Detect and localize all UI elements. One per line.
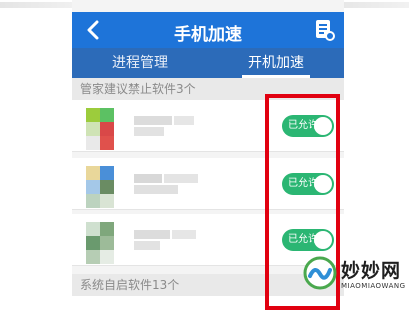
app-name-blurred <box>134 114 254 138</box>
app-name-blurred <box>134 172 254 196</box>
tab-process-management[interactable]: 进程管理 <box>72 48 208 78</box>
app-name-blurred <box>134 228 254 252</box>
watermark-sub: MIAOMIAOWANG <box>341 282 406 290</box>
app-icon <box>80 108 124 152</box>
menu-button[interactable] <box>314 18 336 42</box>
app-bar: 手机加速 <box>72 12 344 48</box>
app-icon <box>80 222 124 266</box>
watermark-logo-icon <box>303 256 337 290</box>
app-icon <box>80 166 124 210</box>
tab-boot-acceleration[interactable]: 开机加速 <box>208 48 344 78</box>
document-icon <box>316 20 335 41</box>
page-title: 手机加速 <box>174 25 242 45</box>
watermark-name: 妙妙网 <box>341 260 402 282</box>
tab-bar: 进程管理 开机加速 <box>72 48 344 78</box>
watermark: 妙妙网 MIAOMIAOWANG <box>303 254 406 302</box>
